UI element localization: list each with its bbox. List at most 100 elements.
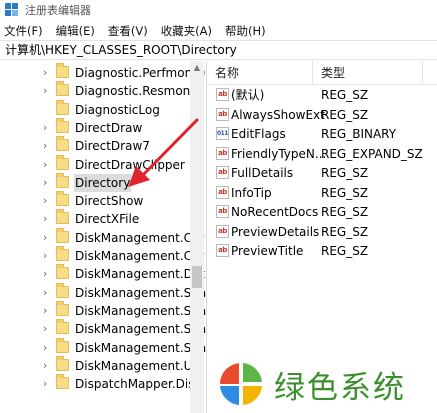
chevron-right-icon[interactable]: › [43, 212, 53, 226]
tree-item[interactable]: › Directory [0, 172, 190, 192]
chevron-right-icon[interactable]: › [43, 249, 53, 263]
folder-icon [56, 154, 69, 170]
tree-item[interactable]: › DirectDraw [0, 117, 190, 137]
tree-item-label: DiskManagement.Sna [75, 303, 206, 318]
folder-icon [56, 264, 69, 280]
registry-editor-icon [5, 3, 19, 17]
menu-file[interactable]: 文件(F) [4, 23, 43, 39]
address-bar[interactable]: 计算机\HKEY_CLASSES_ROOT\Directory [0, 40, 437, 60]
tree-item-label: DiagnosticLog [75, 102, 160, 117]
tree-scrollbar[interactable]: ▲ [190, 61, 204, 413]
chevron-right-icon[interactable]: › [43, 139, 53, 153]
chevron-right-icon[interactable]: › [43, 84, 53, 98]
scroll-up-icon[interactable]: ▲ [190, 61, 204, 75]
scroll-thumb[interactable] [192, 266, 202, 288]
title-bar: 注册表编辑器 [0, 0, 437, 20]
value-row[interactable]: ab NoRecentDocs REG_SZ [207, 203, 437, 223]
chevron-right-icon[interactable]: › [43, 231, 53, 245]
value-type: REG_BINARY [321, 127, 397, 141]
tree-item[interactable]: › DispatchMapper.Disp [0, 374, 202, 393]
chevron-right-icon[interactable]: › [43, 359, 53, 373]
folder-icon [56, 300, 69, 316]
tree-item-label: DirectXFile [75, 212, 140, 227]
value-row[interactable]: ab PreviewTitle REG_SZ [207, 242, 437, 262]
chevron-right-icon[interactable]: › [43, 341, 53, 355]
chevron-right-icon[interactable]: › [43, 377, 53, 391]
chevron-right-icon[interactable]: › [43, 66, 53, 80]
value-name: PreviewTitle [231, 244, 304, 258]
tree-item[interactable]: › DirectXFile [0, 209, 190, 228]
folder-icon [56, 282, 69, 298]
string-value-icon: ab [216, 107, 229, 121]
column-header-name[interactable]: 名称 [207, 61, 313, 85]
value-name: EditFlags [231, 127, 286, 141]
value-type: REG_SZ [321, 244, 369, 258]
chevron-right-icon[interactable]: › [43, 121, 53, 135]
chevron-right-icon[interactable]: › [43, 286, 53, 300]
value-row[interactable]: ab FullDetails REG_SZ [207, 164, 437, 184]
tree-item[interactable]: › DiskManagement.Sna [0, 337, 206, 357]
tree-item[interactable]: › DiskManagement.Sna [0, 282, 206, 302]
tree-item-label: DiskManagement.Sna [75, 285, 206, 300]
tree-item[interactable]: › DiskManagement.Sna [0, 300, 206, 320]
string-value-icon: ab [216, 244, 229, 257]
menu-help[interactable]: 帮助(H) [225, 23, 266, 39]
folder-icon [56, 81, 69, 97]
folder-icon [56, 374, 69, 390]
chevron-right-icon[interactable]: › [43, 322, 53, 336]
tree-item[interactable]: › DiskManagement.Sna [0, 319, 206, 338]
value-row[interactable]: ab PreviewDetails REG_SZ [207, 223, 437, 243]
tree-item[interactable]: › DiskManagement.Cor [0, 246, 204, 265]
window-title: 注册表编辑器 [25, 4, 91, 17]
folder-icon [56, 63, 69, 78]
chevron-right-icon[interactable]: › [43, 304, 53, 318]
folder-icon [56, 99, 69, 115]
value-row[interactable]: ab AlwaysShowExt REG_SZ [207, 106, 437, 126]
list-header: 名称 类型 [207, 61, 437, 85]
tree-item-label: Diagnostic.Resmon.C [75, 84, 203, 99]
tree-item-label: DiskManagement.Cor [75, 230, 205, 245]
chevron-right-icon[interactable]: › [43, 158, 53, 172]
value-name: NoRecentDocs [231, 205, 319, 219]
tree-item[interactable]: › DiskManagement.Cor [0, 227, 204, 247]
tree-item[interactable]: › DirectDraw7 [0, 136, 190, 155]
tree-item-label: DispatchMapper.Disp [75, 377, 203, 392]
value-type: REG_SZ [321, 224, 369, 239]
string-value-icon: ab [216, 88, 229, 101]
value-row[interactable]: 011 EditFlags REG_BINARY [207, 125, 437, 145]
chevron-right-icon[interactable]: › [43, 176, 53, 190]
menu-view[interactable]: 查看(V) [108, 23, 148, 39]
tree-item[interactable]: DiagnosticLog [0, 99, 190, 119]
tree-item[interactable]: › DirectDrawClipper [0, 154, 190, 174]
value-row[interactable]: ab FriendlyTypeN... REG_EXPAND_SZ [207, 145, 437, 165]
menu-favorites[interactable]: 收藏夹(A) [161, 23, 212, 39]
value-row[interactable]: ab InfoTip REG_SZ [207, 184, 437, 204]
chevron-right-icon[interactable]: › [43, 267, 53, 281]
value-name: FriendlyTypeN... [231, 146, 327, 161]
value-type: REG_SZ [321, 185, 369, 200]
tree-item[interactable]: › Diagnostic.Resmon.C [0, 81, 202, 100]
folder-icon [56, 209, 69, 225]
tree-item-label: Directory [74, 173, 132, 192]
windows-logo-icon [220, 363, 262, 405]
menu-edit[interactable]: 编辑(E) [56, 23, 95, 39]
tree-item[interactable]: › DirectShow [0, 191, 190, 210]
string-value-icon: ab [216, 205, 229, 218]
tree-item[interactable]: › DiskManagement.UIT [0, 355, 203, 375]
tree-item-label: DirectDrawClipper [75, 157, 185, 172]
tree-item[interactable]: › DiskManagement.Dat [0, 264, 205, 283]
tree-item[interactable]: › Diagnostic.Perfmon.D [0, 63, 205, 82]
chevron-right-icon[interactable]: › [43, 194, 53, 208]
string-value-icon: ab [216, 166, 229, 179]
column-header-type[interactable]: 类型 [313, 61, 423, 85]
value-type: REG_SZ [321, 205, 369, 219]
tree-item-label: DirectShow [75, 194, 144, 209]
tree-item-label: DirectDraw7 [75, 139, 150, 154]
watermark: 绿色系统 [215, 355, 437, 413]
watermark-text: 绿色系统 [274, 369, 406, 406]
folder-icon [56, 191, 69, 207]
folder-icon [56, 319, 69, 335]
folder-icon [56, 246, 69, 261]
string-value-icon: ab [216, 185, 229, 199]
value-row[interactable]: ab (默认) REG_SZ [207, 86, 437, 106]
